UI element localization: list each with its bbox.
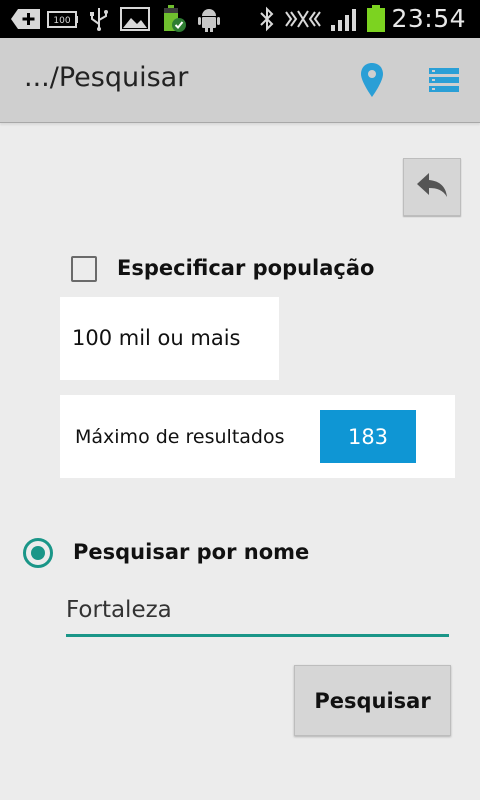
page-title: .../Pesquisar xyxy=(24,62,189,93)
status-bar: 100 23:54 xyxy=(0,0,480,38)
battery-icon xyxy=(365,5,387,32)
name-radio-button[interactable] xyxy=(23,538,53,568)
back-button[interactable] xyxy=(403,158,461,216)
max-results-label: Máximo de resultados xyxy=(75,426,285,448)
signal-icon xyxy=(330,6,360,32)
max-results-row: Máximo de resultados 183 xyxy=(60,395,455,478)
radio-selected-dot xyxy=(31,546,45,560)
add-icon xyxy=(10,6,42,32)
population-checkbox[interactable] xyxy=(71,256,97,282)
location-pin-icon[interactable] xyxy=(352,60,392,100)
population-checkbox-label[interactable]: Especificar população xyxy=(117,256,374,280)
reply-arrow-icon xyxy=(415,171,449,203)
name-search-input[interactable] xyxy=(66,586,449,637)
bluetooth-icon xyxy=(258,6,276,32)
population-value: 100 mil ou mais xyxy=(72,326,241,350)
image-icon xyxy=(120,6,150,32)
usb-icon xyxy=(88,6,110,32)
android-icon xyxy=(196,6,222,32)
svg-text:100: 100 xyxy=(53,16,70,26)
population-selector[interactable]: 100 mil ou mais xyxy=(60,297,279,380)
battery-check-icon xyxy=(160,5,188,32)
battery-100-icon: 100 xyxy=(47,6,79,32)
max-results-input[interactable]: 183 xyxy=(320,410,416,463)
clock: 23:54 xyxy=(391,4,466,33)
name-radio-label[interactable]: Pesquisar por nome xyxy=(73,540,309,564)
vibrate-icon xyxy=(285,6,321,32)
action-bar: .../Pesquisar xyxy=(0,38,480,123)
search-button[interactable]: Pesquisar xyxy=(294,665,451,736)
list-menu-icon[interactable] xyxy=(424,60,464,100)
